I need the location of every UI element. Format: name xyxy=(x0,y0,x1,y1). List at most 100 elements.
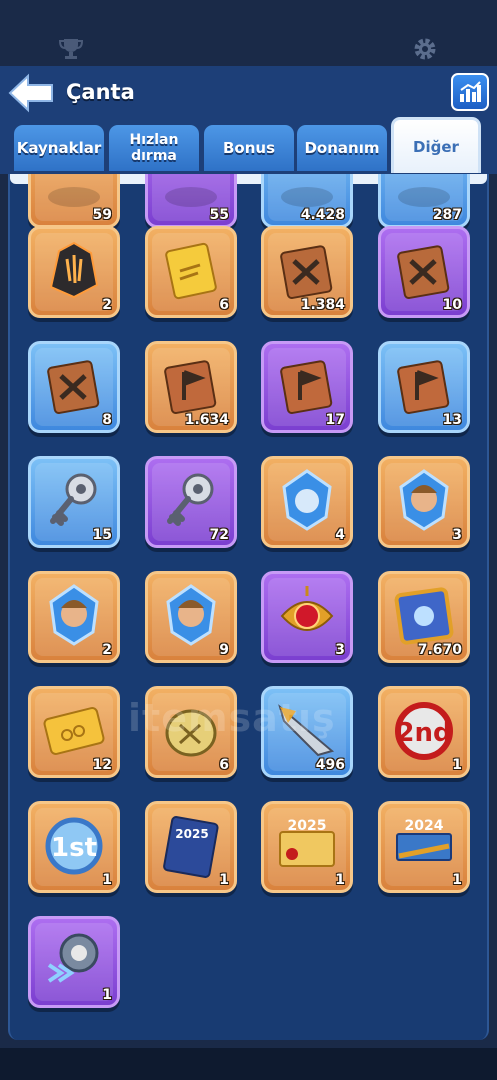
inventory-item-second-place-badge[interactable]: 2nd 1 xyxy=(378,686,470,778)
inventory-panel[interactable]: 59 55 4.428 287 2 6 1.384 10 8 1.634 17 13 15 72 4 3 2 9 3… xyxy=(8,174,489,1040)
flag-book-icon xyxy=(280,360,333,414)
inventory-item-gold-key[interactable]: 72 xyxy=(145,456,237,548)
watermark: itemsatış xyxy=(128,696,336,740)
amulet-icon xyxy=(280,586,334,631)
tab-kaynaklar[interactable]: Kaynaklar xyxy=(14,125,104,171)
flag-book-icon xyxy=(397,360,450,414)
item-count: 4.428 xyxy=(300,207,345,223)
item-count: 1 xyxy=(452,872,462,888)
inventory-item-gold-scroll[interactable]: 6 xyxy=(145,226,237,318)
inventory-item-blue-tome[interactable]: 7.670 xyxy=(378,571,470,663)
inventory-item-gold-ticket[interactable]: 12 xyxy=(28,686,120,778)
inventory-item-red-gem-amulet[interactable]: 3 xyxy=(261,571,353,663)
inventory-item-partial-item-2[interactable]: 55 xyxy=(145,174,237,228)
inventory-item-first-place-badge[interactable]: 1st 1 xyxy=(28,801,120,893)
inventory-item-purple-battle-book[interactable]: 10 xyxy=(378,226,470,318)
inventory-item-partial-item-3[interactable]: 4.428 xyxy=(261,174,353,228)
item-count: 287 xyxy=(432,207,462,223)
svg-text:2024: 2024 xyxy=(405,818,444,834)
inventory-item-hero-crystal-generic[interactable]: 4 xyxy=(261,456,353,548)
item-count: 3 xyxy=(335,642,345,658)
status-strip xyxy=(0,0,497,66)
item-count: 1 xyxy=(102,987,112,1003)
item-count: 7.670 xyxy=(417,642,462,658)
item-count: 55 xyxy=(209,207,229,223)
item-count: 9 xyxy=(219,642,229,658)
banner-2024-icon: 2024 xyxy=(396,818,452,861)
tab-donanim[interactable]: Donanım xyxy=(297,125,387,171)
svg-text:1st: 1st xyxy=(51,833,97,863)
inventory-item-blue-flag-manual[interactable]: 13 xyxy=(378,341,470,433)
inventory-item-partial-item-4[interactable]: 287 xyxy=(378,174,470,228)
gear-icon[interactable] xyxy=(412,36,438,62)
key-icon xyxy=(167,473,214,526)
back-arrow-icon[interactable] xyxy=(6,72,56,114)
item-count: 72 xyxy=(209,527,229,543)
item-count: 10 xyxy=(442,297,462,313)
crystal-icon xyxy=(282,469,332,531)
swords-book-icon xyxy=(397,245,450,299)
inventory-item-purple-flag-book[interactable]: 17 xyxy=(261,341,353,433)
item-count: 6 xyxy=(219,757,229,773)
inventory-item-blue-battle-manual[interactable]: 8 xyxy=(28,341,120,433)
item-count: 17 xyxy=(325,412,345,428)
item-count: 15 xyxy=(92,527,112,543)
item-count: 4 xyxy=(335,527,345,543)
item-count: 8 xyxy=(102,412,112,428)
inventory-item-silver-key[interactable]: 15 xyxy=(28,456,120,548)
svg-text:2025: 2025 xyxy=(175,827,208,841)
inventory-item-certificate-2025[interactable]: 2025 1 xyxy=(261,801,353,893)
scroll-icon xyxy=(165,242,217,300)
item-count: 1.634 xyxy=(184,412,229,428)
inventory-item-banner-2024[interactable]: 2024 1 xyxy=(378,801,470,893)
hero-crystal-icon xyxy=(399,469,449,531)
inventory-item-partial-item-1[interactable]: 59 xyxy=(28,174,120,228)
tab-hizlandirma[interactable]: Hızlan dırma xyxy=(109,125,199,171)
item-count: 1 xyxy=(219,872,229,888)
inventory-item-book-2025[interactable]: 2025 1 xyxy=(145,801,237,893)
hero-crystal-icon xyxy=(166,584,216,646)
hero-crystal-icon xyxy=(49,584,99,646)
item-count: 6 xyxy=(219,297,229,313)
bar-chart-icon xyxy=(460,81,481,102)
inventory-item-brown-battle-book[interactable]: 1.384 xyxy=(261,226,353,318)
tab-diger[interactable]: Diğer xyxy=(391,117,481,173)
inventory-item-brown-flag-book[interactable]: 1.634 xyxy=(145,341,237,433)
tab-bar: Kaynaklar Hızlan dırma Bonus Donanım Diğ… xyxy=(0,117,497,174)
shard-icon xyxy=(49,241,99,299)
page-title: Çanta xyxy=(66,80,135,104)
book-2025-icon: 2025 xyxy=(163,816,219,878)
item-count: 1 xyxy=(452,757,462,773)
tab-bonus[interactable]: Bonus xyxy=(204,125,294,171)
item-count: 2 xyxy=(102,642,112,658)
svg-text:2025: 2025 xyxy=(288,818,327,834)
inventory-item-speed-boost-device[interactable]: 1 xyxy=(28,916,120,1008)
badge-1st-icon: 1st xyxy=(45,817,103,875)
inventory-item-hero-crystal-woman[interactable]: 2 xyxy=(28,571,120,663)
item-count: 1 xyxy=(102,872,112,888)
svg-text:2nd: 2nd xyxy=(396,718,451,748)
item-count: 3 xyxy=(452,527,462,543)
tome-icon xyxy=(394,587,454,645)
ticket-icon xyxy=(43,707,105,755)
inventory-item-fire-crystal-shard[interactable]: 2 xyxy=(28,226,120,318)
item-count: 1 xyxy=(335,872,345,888)
trophy-icon[interactable] xyxy=(58,36,84,62)
inventory-item-hero-crystal-bearded[interactable]: 9 xyxy=(145,571,237,663)
swords-book-icon xyxy=(280,245,333,299)
item-count: 2 xyxy=(102,297,112,313)
speed-icon xyxy=(47,933,99,983)
item-count: 1.384 xyxy=(300,297,345,313)
flag-book-icon xyxy=(164,360,217,414)
badge-2nd-icon: 2nd xyxy=(395,702,453,760)
item-count: 59 xyxy=(92,207,112,223)
item-count: 12 xyxy=(92,757,112,773)
inventory-item-hero-crystal-blonde[interactable]: 3 xyxy=(378,456,470,548)
header-bar: Çanta xyxy=(0,66,497,122)
item-count: 13 xyxy=(442,412,462,428)
swords-book-icon xyxy=(47,360,100,414)
item-count: 496 xyxy=(315,757,345,773)
key-icon xyxy=(50,473,97,526)
certificate-2025-icon: 2025 xyxy=(279,818,335,867)
stats-button[interactable] xyxy=(451,73,489,111)
